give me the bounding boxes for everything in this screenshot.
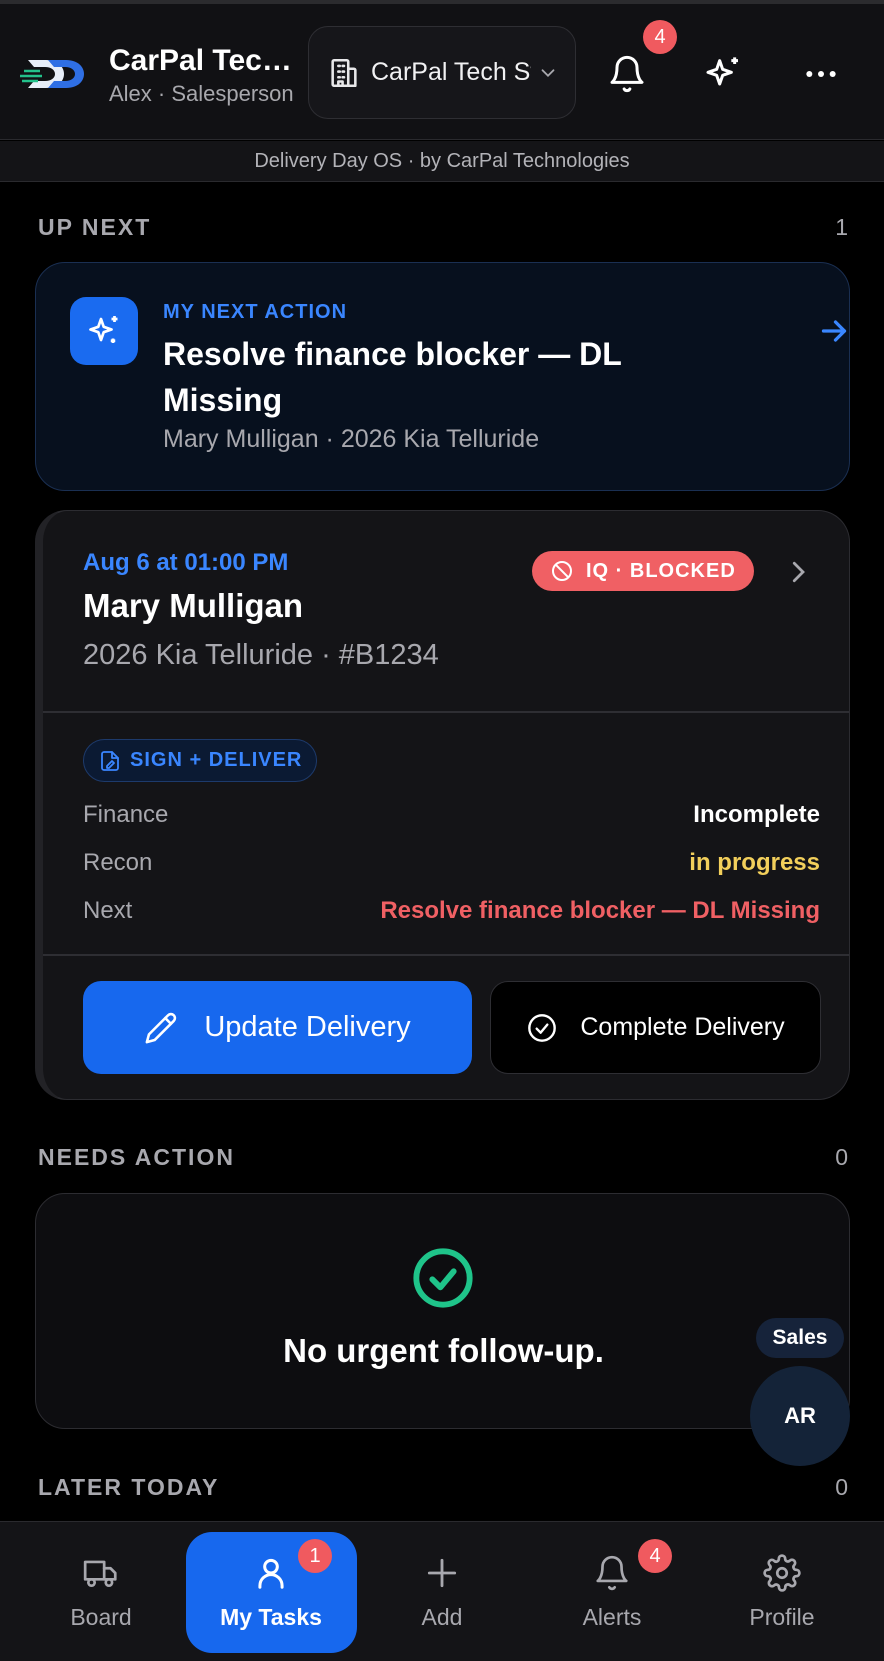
- section-later-today: LATER TODAY 0: [38, 1474, 848, 1501]
- next-action-kicker: MY NEXT ACTION: [163, 301, 348, 323]
- section-count: 1: [835, 214, 848, 240]
- more-icon[interactable]: [801, 54, 841, 94]
- subtitle-bar: Delivery Day OS · by CarPal Technologies: [0, 141, 884, 182]
- nav-label: Profile: [749, 1604, 815, 1630]
- bottom-nav: Board My Tasks Add Alerts Profile: [0, 1521, 884, 1661]
- store-selector-label: CarPal Tech Store: [371, 58, 531, 86]
- status-row-label: Recon: [83, 849, 153, 876]
- store-selector[interactable]: CarPal Tech Store: [308, 26, 576, 119]
- section-title: NEEDS ACTION: [38, 1144, 235, 1170]
- nav-item-alerts[interactable]: Alerts: [527, 1522, 697, 1661]
- check-circle-icon: [413, 1248, 473, 1308]
- nav-item-profile[interactable]: Profile: [697, 1522, 867, 1661]
- nav-item-add[interactable]: Add: [357, 1522, 527, 1661]
- section-title: UP NEXT: [38, 214, 152, 240]
- status-row-recon: Recon in progress: [83, 849, 820, 877]
- status-row-finance: Finance Incomplete: [83, 801, 820, 829]
- section-up-next: UP NEXT 1: [38, 214, 848, 241]
- section-needs-action: NEEDS ACTION 0: [38, 1144, 848, 1171]
- user-role-subtitle: Alex · Salesperson: [109, 81, 294, 106]
- nav-item-board[interactable]: Board: [16, 1522, 186, 1661]
- brand-title: CarPal Tech Store: [109, 44, 299, 77]
- status-row-next: Next Resolve finance blocker — DL Missin…: [83, 897, 820, 925]
- role-tag[interactable]: Sales: [756, 1318, 844, 1358]
- pencil-icon: [145, 1012, 177, 1043]
- status-badge-label: IQ · BLOCKED: [586, 559, 736, 582]
- alerts-badge: 4: [638, 1539, 672, 1573]
- sign-document-icon: [101, 750, 119, 771]
- nav-item-my-tasks[interactable]: My Tasks: [186, 1522, 356, 1661]
- gear-icon: [763, 1554, 801, 1592]
- update-delivery-label: Update Delivery: [204, 1011, 411, 1043]
- carpal-logo[interactable]: [20, 54, 86, 94]
- divider: [43, 711, 849, 713]
- section-title: LATER TODAY: [38, 1474, 220, 1500]
- next-action-icon-tile: [70, 297, 138, 365]
- user-icon: [258, 1558, 284, 1589]
- vehicle-info: 2026 Kia Telluride · #B1234: [83, 639, 439, 671]
- notification-badge: 4: [643, 20, 677, 54]
- chevron-down-icon: [541, 68, 555, 77]
- nav-label: Board: [70, 1604, 132, 1630]
- customer-name: Mary Mulligan: [83, 587, 304, 624]
- nav-label: My Tasks: [220, 1604, 322, 1630]
- truck-icon: [83, 1560, 117, 1588]
- delivery-type-pill: SIGN + DELIVER: [83, 739, 318, 782]
- nav-label: Add: [421, 1604, 463, 1630]
- status-row-value: Incomplete: [693, 801, 820, 828]
- section-count: 0: [835, 1474, 848, 1500]
- complete-delivery-button[interactable]: Complete Delivery: [490, 981, 821, 1074]
- brand-block: CarPal Tech Store Alex · Salesperson: [109, 44, 299, 108]
- next-action-subtitle: Mary Mulligan · 2026 Kia Telluride: [163, 425, 540, 453]
- delivery-type-label: SIGN + DELIVER: [130, 749, 303, 771]
- status-badge: IQ · BLOCKED: [532, 551, 754, 591]
- sparkles-icon: [89, 316, 118, 343]
- delivery-card[interactable]: Aug 6 at 01:00 PM Mary Mulligan 2026 Kia…: [35, 510, 850, 1100]
- check-circle-icon: [528, 1013, 557, 1042]
- tasks-badge: 1: [298, 1539, 332, 1573]
- sparkles-icon[interactable]: [703, 54, 743, 94]
- section-count: 0: [835, 1144, 848, 1170]
- delivery-datetime: Aug 6 at 01:00 PM: [83, 549, 289, 576]
- complete-delivery-label: Complete Delivery: [580, 1013, 785, 1041]
- arrow-right-icon[interactable]: [816, 313, 852, 349]
- next-action-card[interactable]: MY NEXT ACTION Resolve finance blocker —…: [35, 262, 850, 491]
- status-row-value: Resolve finance blocker — DL Missing: [380, 897, 820, 924]
- blocked-icon: [552, 561, 572, 581]
- building-icon: [331, 58, 357, 87]
- status-row-label: Finance: [83, 801, 169, 828]
- plus-icon: [427, 1558, 457, 1588]
- next-action-title: Resolve finance blocker — DL Missing: [163, 336, 622, 418]
- empty-state-card: No urgent follow-up.: [35, 1193, 850, 1429]
- app-header: CarPal Tech Store Alex · Salesperson Car…: [0, 4, 884, 140]
- empty-state-text: No urgent follow-up.: [283, 1332, 604, 1369]
- avatar[interactable]: AR: [750, 1366, 850, 1466]
- bell-icon: [596, 1555, 628, 1591]
- bell-icon[interactable]: [607, 54, 647, 94]
- divider: [43, 954, 849, 956]
- nav-label: Alerts: [582, 1604, 642, 1630]
- status-row-value: in progress: [689, 849, 820, 876]
- update-delivery-button[interactable]: Update Delivery: [83, 981, 472, 1074]
- status-row-label: Next: [83, 897, 133, 924]
- chevron-right-icon[interactable]: [783, 557, 813, 587]
